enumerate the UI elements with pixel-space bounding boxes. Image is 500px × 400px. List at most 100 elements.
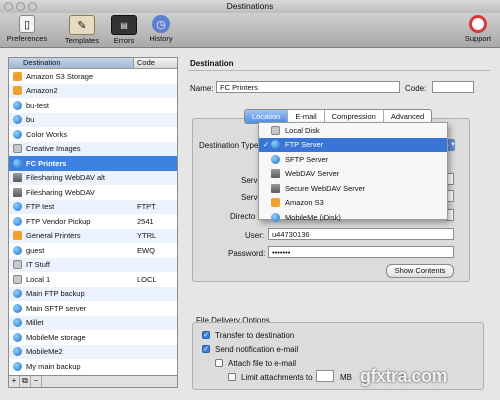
list-item-name: Creative Images [26,144,81,154]
list-item[interactable]: bu [9,112,177,127]
list-item[interactable]: FC Printers [9,156,177,171]
list-item[interactable]: Local 1 LOCL [9,272,177,287]
globe-icon [271,140,280,150]
list-item[interactable]: Amazon S3 Storage [9,69,177,84]
list-item-name: Amazon S3 Storage [26,71,94,81]
list-item-code: 2541 [137,216,154,226]
menu-item[interactable]: ✓ FTP Server [259,137,447,152]
list-item[interactable]: Amazon2 [9,83,177,98]
limit-size-field[interactable] [316,370,334,382]
preferences-button[interactable]: ▯ Preferences [6,15,48,45]
history-label: History [149,34,173,43]
destination-type-label: Destination Type [199,141,259,150]
menu-item-label: SFTP Server [285,154,329,164]
menu-item[interactable]: WebDAV Server [259,167,447,182]
globe-icon [13,361,22,371]
globe-icon [13,129,22,139]
disk-icon [13,274,22,284]
list-item-name: bu-test [26,100,49,110]
list-item[interactable]: Filesharing WebDAV alt [9,170,177,185]
list-item[interactable]: My main backup [9,359,177,374]
globe-icon [13,100,22,110]
show-contents-button[interactable]: Show Contents [386,264,454,278]
globe-icon [13,332,22,342]
errors-button[interactable]: ▤ Errors [110,15,138,45]
list-item-code: FTPT [137,202,156,212]
list-item[interactable]: FTP Vendor Pickup 2541 [9,214,177,229]
list-item[interactable]: Filesharing WebDAV [9,185,177,200]
list-item-name: Color Works [26,129,68,139]
transfer-checkbox[interactable]: ✓ [202,331,210,339]
add-destination-button[interactable]: + [9,376,20,387]
destination-heading: Destination [190,59,234,68]
list-rows: Amazon S3 Storage Amazon2 bu-test bu Color W… [9,69,177,374]
list-item[interactable]: Main SFTP server [9,301,177,316]
list-item[interactable]: Creative Images [9,141,177,156]
code-field[interactable] [432,81,474,93]
user-field[interactable]: u44730136 [268,228,454,240]
amazon-icon [13,86,22,96]
history-button[interactable]: ◷ History [146,15,176,45]
list-item-code: EWQ [137,245,155,255]
globe-icon [13,202,22,212]
menu-item[interactable]: MobileMe (iDisk) [259,210,447,225]
globe-icon [13,245,22,255]
list-item-code: YTRL [137,231,157,241]
password-field[interactable]: ••••••• [268,246,454,258]
disk-icon [271,125,280,135]
list-item[interactable]: IT Stuff [9,257,177,272]
name-label: Name: [190,84,214,93]
list-item-name: guest [26,245,45,255]
list-item[interactable]: Millet [9,315,177,330]
destination-list[interactable]: Destination Code Amazon S3 Storage Amazon… [8,57,178,385]
heading-divider [188,70,490,71]
list-item[interactable]: MobileMe storage [9,330,177,345]
menu-item[interactable]: Amazon S3 [259,196,447,211]
limit-checkbox[interactable] [228,373,236,381]
notify-label: Send notification e-mail [215,345,299,354]
watermark: gfxtra.com [360,366,448,386]
list-item[interactable]: bu-test [9,98,177,113]
notify-checkbox[interactable]: ✓ [202,345,210,353]
list-item[interactable]: FTP test FTPT [9,199,177,214]
server-icon [271,183,280,193]
column-code[interactable]: Code [134,58,177,68]
list-item[interactable]: Main FTP backup [9,286,177,301]
disk-icon [13,144,22,154]
server-icon [271,169,280,179]
zoom-window-button[interactable] [28,2,37,11]
close-window-button[interactable] [4,2,13,11]
errors-icon: ▤ [111,15,137,35]
name-field[interactable]: FC Printers [216,81,400,93]
duplicate-destination-button[interactable]: ⧉ [20,376,31,387]
column-destination[interactable]: Destination [9,58,134,68]
disk-icon [13,260,22,270]
code-label: Code: [405,84,427,93]
list-item-name: FTP test [26,202,55,212]
menu-item[interactable]: Secure WebDAV Server [259,181,447,196]
menu-item[interactable]: SFTP Server [259,152,447,167]
templates-button[interactable]: ✎ Templates [62,15,102,45]
list-item[interactable]: General Printers YTRL [9,228,177,243]
list-item[interactable]: guest EWQ [9,243,177,258]
minimize-window-button[interactable] [16,2,25,11]
list-header: Destination Code [9,58,177,69]
list-item-name: MobileMe storage [26,332,86,342]
menu-item-label: FTP Server [285,140,324,150]
transfer-label: Transfer to destination [215,331,295,340]
attach-checkbox[interactable] [215,359,223,367]
remove-destination-button[interactable]: − [31,376,42,387]
globe-icon [13,318,22,328]
menu-item[interactable]: Local Disk [259,123,447,138]
globe-icon [13,216,22,226]
list-item-code: LOCL [137,274,157,284]
list-item[interactable]: Color Works [9,127,177,142]
list-item-name: FTP Vendor Pickup [26,216,91,226]
amazon-icon [13,71,22,81]
title-bar: Destinations [0,0,500,13]
list-item[interactable]: MobileMe2 [9,344,177,359]
lifebuoy-icon [469,15,487,33]
menu-item-label: Amazon S3 [285,198,324,208]
support-button[interactable]: Support [462,15,494,45]
menu-item-label: WebDAV Server [285,169,340,179]
